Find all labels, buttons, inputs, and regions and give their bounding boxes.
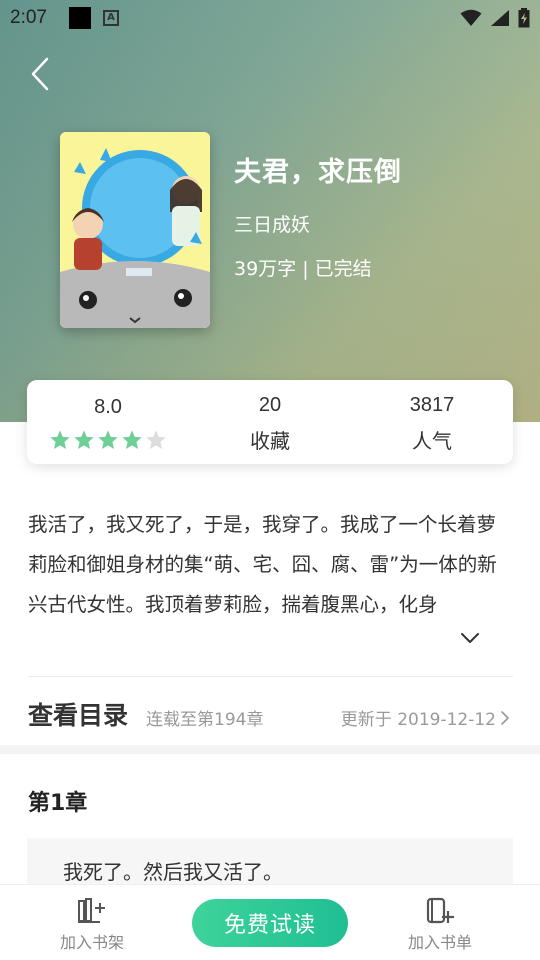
bottom-action-bar: 加入书架 免费试读 加入书单	[0, 884, 540, 960]
booklist-add-icon	[426, 897, 454, 924]
book-cover[interactable]	[60, 132, 210, 328]
cover-illustration	[60, 132, 210, 328]
status-time: 2:07	[10, 7, 47, 28]
popularity-label: 人气	[412, 429, 452, 453]
popularity-count: 3817	[409, 394, 455, 416]
favorites-label: 收藏	[250, 429, 290, 453]
add-to-list-label: 加入书单	[408, 933, 473, 952]
section-separator	[0, 745, 540, 754]
status-bar: 2:07 A	[0, 0, 540, 36]
rating-stat: 8.0	[27, 380, 189, 464]
update-date-link[interactable]: 更新于 2019-12-12	[341, 705, 510, 730]
view-catalog-link[interactable]: 查看目录	[28, 696, 128, 732]
star-filled-icon	[74, 430, 94, 449]
add-to-list-button[interactable]: 加入书单	[408, 897, 472, 953]
favorites-count: 20	[258, 394, 282, 416]
battery-icon	[518, 8, 530, 28]
book-meta: 39万字 | 已完结	[234, 258, 372, 280]
notification-a-icon: A	[102, 10, 119, 26]
update-date: 更新于 2019-12-12	[340, 710, 496, 730]
notification-square-icon	[68, 7, 91, 29]
star-filled-icon	[50, 430, 70, 449]
signal-icon	[491, 10, 509, 26]
free-read-button[interactable]: 免费试读	[192, 899, 348, 947]
popularity-stat: 3817 人气	[351, 380, 513, 464]
book-title: 夫君，求压倒	[234, 157, 402, 188]
rating-value: 8.0	[94, 396, 122, 418]
star-empty-icon	[146, 430, 166, 449]
back-button[interactable]	[22, 54, 58, 94]
serial-status: 连载至第194章	[146, 710, 264, 730]
add-to-shelf-label: 加入书架	[60, 933, 125, 952]
status-icons	[460, 8, 530, 28]
wifi-icon	[460, 9, 482, 26]
chevron-left-icon	[31, 57, 49, 91]
divider	[28, 676, 513, 677]
rating-stars	[49, 429, 167, 451]
expand-description-button[interactable]	[458, 628, 482, 648]
chapter-title: 第1章	[28, 791, 88, 816]
chevron-right-icon	[501, 710, 509, 725]
stats-card: 8.0 20 收藏 3817 人气	[27, 380, 513, 464]
book-author[interactable]: 三日成妖	[234, 210, 310, 237]
add-to-shelf-button[interactable]: 加入书架	[60, 897, 124, 953]
star-filled-icon	[98, 430, 118, 449]
favorites-stat: 20 收藏	[189, 380, 351, 464]
star-filled-icon	[122, 430, 142, 449]
chevron-down-icon	[461, 633, 479, 643]
bookshelf-add-icon	[78, 898, 105, 923]
book-detail-screen: 2:07 A 夫君，求压倒 三日成妖 39万字 | 已完结 8.0 20 收藏 …	[0, 0, 540, 960]
chapter-preview-text: 我死了。然后我又活了。	[63, 860, 283, 884]
book-description: 我活了，我又死了，于是，我穿了。我成了一个长着萝莉脸和御姐身材的集“萌、宅、囧、…	[28, 513, 497, 616]
